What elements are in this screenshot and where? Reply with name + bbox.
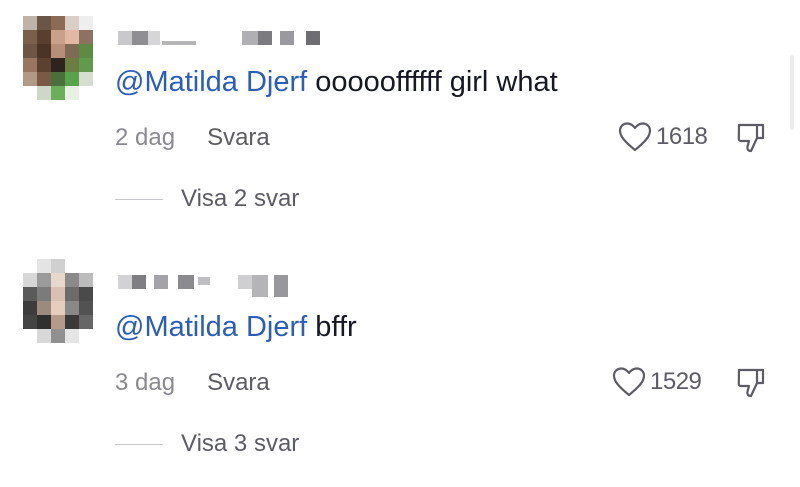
- avatar[interactable]: [23, 16, 93, 100]
- comment-item: @Matilda Djerf bffr 3 dag Svara 1529 Visa…: [0, 245, 800, 485]
- like-count: 1618: [656, 123, 708, 150]
- thumbs-down-icon: [737, 368, 765, 398]
- replies-divider: [115, 198, 163, 200]
- username-pixelated[interactable]: [118, 31, 328, 47]
- view-replies-button[interactable]: Visa 3 svar: [115, 430, 299, 458]
- comment-date: 2 dag: [115, 124, 176, 151]
- reply-button[interactable]: Svara: [207, 369, 270, 396]
- comment-text: @Matilda Djerf oooooffffff girl what: [115, 66, 558, 99]
- like-count: 1529: [650, 368, 702, 395]
- comment-meta: 3 dag Svara: [115, 369, 270, 397]
- heart-icon: [618, 122, 652, 152]
- dislike-button[interactable]: [736, 367, 768, 406]
- comment-date: 3 dag: [115, 369, 176, 396]
- comment-item: @Matilda Djerf oooooffffff girl what 2 d…: [0, 0, 800, 240]
- heart-icon: [612, 367, 646, 397]
- username-pixelated[interactable]: [118, 275, 328, 297]
- view-replies-label: Visa 3 svar: [181, 430, 300, 457]
- view-replies-label: Visa 2 svar: [181, 185, 300, 212]
- comment-body: oooooffffff girl what: [315, 66, 558, 98]
- view-replies-button[interactable]: Visa 2 svar: [115, 185, 299, 213]
- like-button[interactable]: 1529: [612, 366, 702, 398]
- dislike-button[interactable]: [736, 122, 768, 161]
- comment-body: bffr: [315, 311, 357, 343]
- comment-text: @Matilda Djerf bffr: [115, 311, 357, 344]
- thumbs-down-icon: [737, 123, 765, 153]
- replies-divider: [115, 443, 163, 445]
- like-button[interactable]: 1618: [618, 121, 708, 153]
- mention-link[interactable]: @Matilda Djerf: [115, 311, 307, 343]
- avatar[interactable]: [23, 259, 93, 343]
- comment-meta: 2 dag Svara: [115, 124, 270, 152]
- reply-button[interactable]: Svara: [207, 124, 270, 151]
- mention-link[interactable]: @Matilda Djerf: [115, 66, 307, 98]
